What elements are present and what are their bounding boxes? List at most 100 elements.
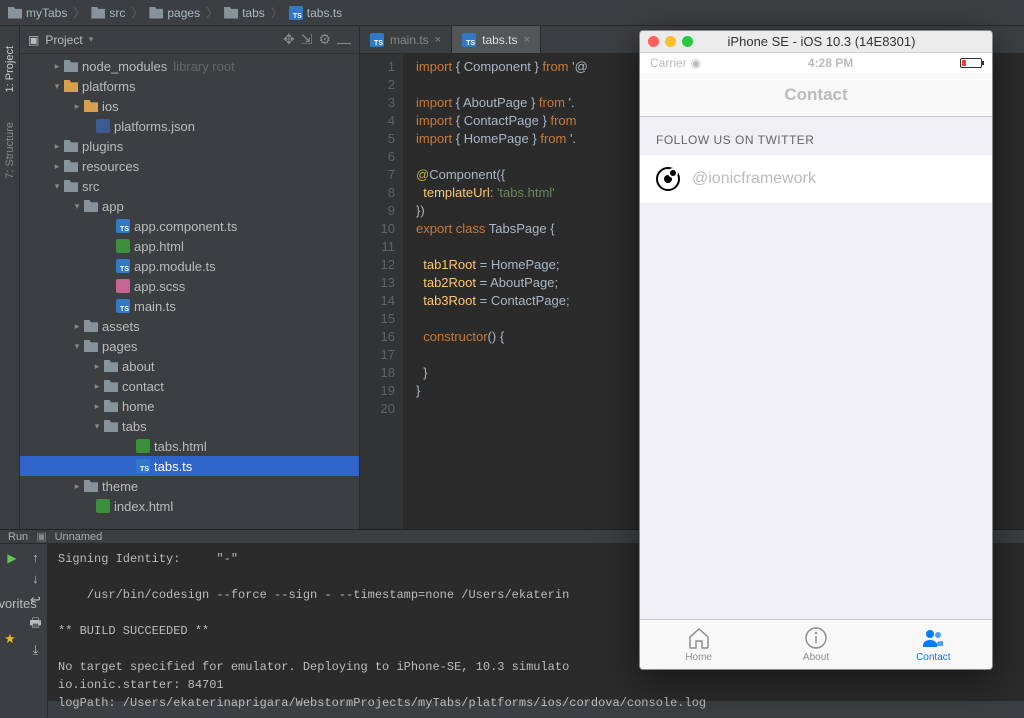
tree-theme[interactable]: ▸theme (20, 476, 359, 496)
carrier-label: Carrier (650, 56, 687, 70)
folder-icon (84, 200, 98, 212)
tree-app-module[interactable]: app.module.ts (20, 256, 359, 276)
tree-platforms[interactable]: ▾platforms (20, 76, 359, 96)
up-button[interactable]: ↑ (32, 550, 39, 565)
expand-icon: ▾ (52, 81, 62, 92)
ts-file-icon (136, 459, 150, 473)
run-controls-2: ↑ ↓ ↩ 🖶 ⤓ (24, 544, 48, 718)
chevron-right-icon: 〉 (73, 4, 85, 21)
section-header: FOLLOW US ON TWITTER (640, 117, 992, 155)
chevron-down-icon[interactable]: ▾ (89, 34, 94, 45)
tool-tab-project[interactable]: 1: Project (4, 46, 16, 92)
tree-ios[interactable]: ▸ios (20, 96, 359, 116)
html-file-icon (96, 499, 110, 513)
tree-node-modules[interactable]: ▸node_moduleslibrary root (20, 56, 359, 76)
scroll-button[interactable]: ⤓ (33, 642, 39, 658)
tool-tab-structure[interactable]: 7: Structure (4, 122, 16, 179)
tab-about[interactable]: About (757, 620, 874, 669)
folder-icon (8, 7, 22, 19)
crumb-file[interactable]: tabs.ts (289, 6, 342, 20)
gear-icon[interactable]: ⚙ (318, 31, 331, 48)
folder-icon (84, 320, 98, 332)
chevron-right-icon: 〉 (271, 4, 283, 21)
tree-home[interactable]: ▸home (20, 396, 359, 416)
ts-file-icon (462, 33, 476, 47)
tree-app-scss[interactable]: app.scss (20, 276, 359, 296)
folder-icon (64, 140, 78, 152)
tool-tab-favorites[interactable]: 2: Favorites (0, 581, 37, 611)
tree-plugins[interactable]: ▸plugins (20, 136, 359, 156)
tree-src[interactable]: ▾src (20, 176, 359, 196)
content-area (640, 204, 992, 619)
print-button[interactable]: 🖶 (29, 614, 41, 636)
run-config-name[interactable]: Unnamed (55, 531, 103, 543)
tree-tabs-html[interactable]: tabs.html (20, 436, 359, 456)
collapse-icon: ▸ (52, 141, 62, 152)
tree-main-ts[interactable]: main.ts (20, 296, 359, 316)
breadcrumb: myTabs 〉 src 〉 pages 〉 tabs 〉 tabs.ts (0, 0, 1024, 26)
scss-file-icon (116, 279, 130, 293)
folder-icon (84, 100, 98, 112)
crumb-tabs[interactable]: tabs (224, 6, 265, 20)
project-view-icon: ▣ (28, 33, 39, 47)
tree-tabs-ts[interactable]: tabs.ts (20, 456, 359, 476)
tree-app[interactable]: ▾app (20, 196, 359, 216)
ts-file-icon (116, 299, 130, 313)
close-icon[interactable]: × (435, 34, 441, 46)
tree-app-html[interactable]: app.html (20, 236, 359, 256)
crumb-src[interactable]: src (91, 6, 125, 20)
tab-contact[interactable]: Contact (875, 620, 992, 669)
folder-icon (149, 7, 163, 19)
crumb-mytabs[interactable]: myTabs (8, 6, 67, 20)
crumb-pages[interactable]: pages (149, 6, 200, 20)
home-icon (687, 626, 711, 650)
tree-contact[interactable]: ▸contact (20, 376, 359, 396)
folder-icon (84, 480, 98, 492)
ts-file-icon (370, 33, 384, 47)
project-title[interactable]: Project (45, 33, 82, 47)
left-tool-stripe-bottom: 2: Favorites ★ (0, 571, 20, 701)
collapse-icon: ▸ (72, 321, 82, 332)
star-icon[interactable]: ★ (4, 631, 16, 647)
folder-icon (64, 180, 78, 192)
list-item-twitter[interactable]: @ionicframework (640, 155, 992, 204)
twitter-handle: @ionicframework (692, 170, 816, 188)
editor-tab-tabs[interactable]: tabs.ts× (452, 26, 541, 53)
close-icon[interactable]: × (523, 34, 529, 46)
close-window-button[interactable] (648, 36, 659, 47)
collapse-icon[interactable]: ⇲ (301, 31, 313, 48)
folder-icon (104, 400, 118, 412)
collapse-icon: ▸ (52, 161, 62, 172)
tree-pages[interactable]: ▾pages (20, 336, 359, 356)
info-icon (804, 626, 828, 650)
tab-home[interactable]: Home (640, 620, 757, 669)
ios-navbar-title: Contact (640, 73, 992, 117)
expand-icon: ▾ (72, 341, 82, 352)
collapse-icon: ▸ (92, 401, 102, 412)
expand-icon: ▾ (92, 421, 102, 432)
collapse-icon: ▸ (92, 361, 102, 372)
ts-file-icon (289, 6, 303, 20)
run-label[interactable]: Run (8, 531, 28, 543)
tree-tabs-folder[interactable]: ▾tabs (20, 416, 359, 436)
html-file-icon (136, 439, 150, 453)
tree-assets[interactable]: ▸assets (20, 316, 359, 336)
project-header: ▣ Project ▾ ✥ ⇲ ⚙ ⎼ (20, 26, 359, 54)
tree-app-component[interactable]: app.component.ts (20, 216, 359, 236)
simulator-window[interactable]: iPhone SE - iOS 10.3 (14E8301) Carrier◉ … (639, 30, 993, 670)
folder-icon (64, 80, 78, 92)
hide-icon[interactable]: ⎼ (337, 31, 351, 48)
editor-tab-main[interactable]: main.ts× (360, 26, 452, 53)
ts-file-icon (116, 259, 130, 273)
simulator-titlebar[interactable]: iPhone SE - iOS 10.3 (14E8301) (640, 31, 992, 53)
folder-icon (104, 360, 118, 372)
tree-about[interactable]: ▸about (20, 356, 359, 376)
tree-platforms-json[interactable]: platforms.json (20, 116, 359, 136)
tree-resources[interactable]: ▸resources (20, 156, 359, 176)
folder-icon (91, 7, 105, 19)
run-button[interactable]: ▶ (4, 550, 20, 566)
tree-index-html[interactable]: index.html (20, 496, 359, 516)
json-file-icon (96, 119, 110, 133)
locate-icon[interactable]: ✥ (283, 31, 295, 48)
run-config-icon: ▣ (36, 530, 46, 543)
